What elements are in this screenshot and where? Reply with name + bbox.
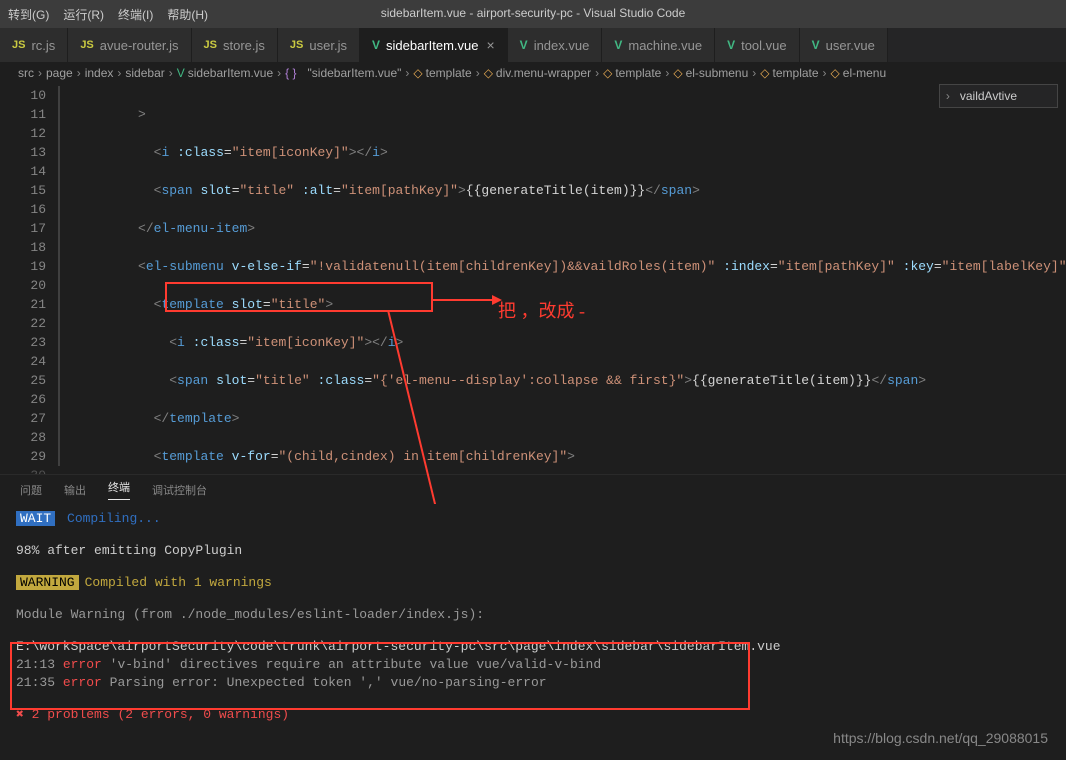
js-file-icon: JS bbox=[204, 39, 217, 51]
annotation-text: 把 ，改成 - bbox=[498, 297, 585, 323]
panel-tab-debug[interactable]: 调试控制台 bbox=[152, 482, 207, 498]
tab-store[interactable]: JSstore.js bbox=[192, 28, 278, 62]
tab-sidebaritem[interactable]: VsidebarItem.vue× bbox=[360, 28, 508, 62]
tab-user-js[interactable]: JSuser.js bbox=[278, 28, 360, 62]
vue-file-icon: V bbox=[372, 38, 380, 52]
panel-tab-problems[interactable]: 问题 bbox=[20, 482, 42, 498]
menu-help[interactable]: 帮助(H) bbox=[167, 6, 208, 23]
symbol-icon: ◇ bbox=[673, 66, 682, 80]
symbol-icon: ◇ bbox=[484, 66, 493, 80]
menubar: 转到(G) 运行(R) 终端(I) 帮助(H) bbox=[0, 0, 1066, 28]
symbol-icon: ◇ bbox=[603, 66, 612, 80]
vue-file-icon: V bbox=[812, 38, 820, 52]
panel-tab-terminal[interactable]: 终端 bbox=[108, 479, 130, 500]
editor-tabs: JSrc.js JSavue-router.js JSstore.js JSus… bbox=[0, 28, 1066, 62]
panel-tabs: 问题 输出 终端 调试控制台 bbox=[0, 474, 1066, 504]
warning-badge: WARNING bbox=[16, 575, 79, 590]
progress-text: 98% after emitting CopyPlugin bbox=[16, 542, 1050, 560]
symbol-icon: ◇ bbox=[831, 66, 840, 80]
chevron-right-icon: › bbox=[946, 89, 950, 103]
js-file-icon: JS bbox=[290, 39, 303, 51]
js-file-icon: JS bbox=[12, 39, 25, 51]
braces-icon: { } bbox=[285, 66, 296, 80]
code-editor[interactable]: 1011121314151617181920212223242526272829… bbox=[0, 84, 1066, 474]
code-content[interactable]: > <i :class="item[iconKey]"></i> <span s… bbox=[60, 84, 1066, 474]
warning-text: Compiled with 1 warnings bbox=[85, 575, 272, 590]
symbol-icon: ◇ bbox=[760, 66, 769, 80]
vue-file-icon: V bbox=[520, 38, 528, 52]
vue-file-icon: V bbox=[727, 38, 735, 52]
vue-file-icon: V bbox=[614, 38, 622, 52]
outline-dropdown[interactable]: › vaildAvtive bbox=[939, 84, 1058, 108]
tab-tool[interactable]: Vtool.vue bbox=[715, 28, 800, 62]
panel-tab-output[interactable]: 输出 bbox=[64, 482, 86, 498]
line-numbers: 1011121314151617181920212223242526272829… bbox=[0, 84, 60, 474]
tab-rcjs[interactable]: JSrc.js bbox=[0, 28, 68, 62]
watermark-text: https://blog.csdn.net/qq_29088015 bbox=[833, 730, 1048, 746]
js-file-icon: JS bbox=[80, 39, 93, 51]
compiling-text: Compiling... bbox=[67, 511, 161, 526]
tab-avue-router[interactable]: JSavue-router.js bbox=[68, 28, 191, 62]
close-icon[interactable]: × bbox=[486, 37, 494, 53]
error terminal-summary: 2 problems (2 errors, 0 warnings) bbox=[32, 707, 289, 722]
error-file-path: E:\workSpace\airportSecurity\code\trunk\… bbox=[16, 638, 1050, 656]
menu-goto[interactable]: 转到(G) bbox=[8, 6, 49, 23]
breadcrumb[interactable]: src› page› index› sidebar› VsidebarItem.… bbox=[0, 62, 1066, 84]
error-x-icon: ✖ bbox=[16, 707, 32, 722]
symbol-icon: ◇ bbox=[413, 66, 422, 80]
module-warning: Module Warning (from ./node_modules/esli… bbox=[16, 606, 1050, 624]
tab-machine[interactable]: Vmachine.vue bbox=[602, 28, 715, 62]
menu-run[interactable]: 运行(R) bbox=[63, 6, 104, 23]
terminal-panel[interactable]: WAIT Compiling... 98% after emitting Cop… bbox=[0, 504, 1066, 760]
outline-item-label: vaildAvtive bbox=[960, 89, 1017, 103]
vue-file-icon: V bbox=[177, 66, 185, 80]
menu-terminal[interactable]: 终端(I) bbox=[118, 6, 153, 23]
wait-badge: WAIT bbox=[16, 511, 55, 526]
tab-index[interactable]: Vindex.vue bbox=[508, 28, 603, 62]
tab-user-vue[interactable]: Vuser.vue bbox=[800, 28, 888, 62]
